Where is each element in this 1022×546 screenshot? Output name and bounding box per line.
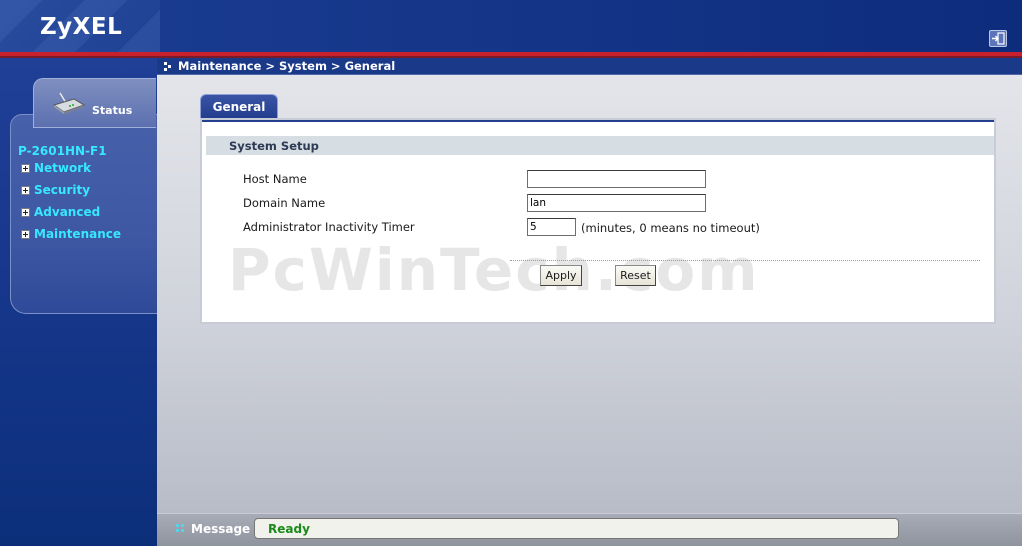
divider (510, 260, 980, 261)
sidebar-item-security[interactable]: Security (21, 182, 90, 198)
sidebar-item-maintenance[interactable]: Maintenance (21, 226, 121, 242)
message-status: Ready (268, 521, 310, 536)
sidebar-item-network[interactable]: Network (21, 160, 91, 176)
expand-icon (21, 163, 30, 173)
domain-name-input[interactable] (527, 194, 706, 212)
router-icon (52, 92, 86, 114)
header: ZyXEL (0, 0, 1022, 52)
domain-name-label: Domain Name (243, 196, 326, 210)
apply-button[interactable]: Apply (540, 265, 582, 286)
logout-button[interactable] (989, 30, 1007, 47)
reset-button[interactable]: Reset (615, 265, 656, 286)
expand-icon (21, 185, 30, 195)
breadcrumb-text: Maintenance > System > General (178, 59, 396, 73)
tab-general[interactable]: General (200, 94, 278, 119)
arrow-icon (164, 61, 171, 71)
inactivity-timer-hint: (minutes, 0 means no timeout) (581, 221, 760, 235)
message-label: Message (191, 522, 251, 536)
host-name-label: Host Name (243, 172, 307, 186)
inactivity-timer-label: Administrator Inactivity Timer (243, 220, 415, 234)
panel-topbar (202, 120, 994, 122)
expand-icon (21, 207, 30, 217)
sidebar-item-label: Maintenance (34, 227, 122, 241)
section-title: System Setup (229, 138, 319, 153)
sidebar-item-label: Advanced (34, 205, 101, 219)
brand-logo: ZyXEL (40, 14, 123, 40)
breadcrumb: Maintenance > System > General (157, 58, 1022, 75)
sidebar-item-label: Network (34, 161, 92, 175)
expand-icon (21, 229, 30, 239)
host-name-input[interactable] (527, 170, 706, 188)
message-box: Ready (254, 518, 899, 539)
status-tab[interactable]: Status (33, 78, 156, 128)
logout-icon (992, 32, 1005, 45)
inactivity-timer-input[interactable] (527, 218, 576, 236)
device-name[interactable]: P-2601HN-F1 (18, 144, 107, 158)
section-header: System Setup (206, 136, 994, 155)
message-dots-icon (176, 524, 184, 532)
sidebar-item-advanced[interactable]: Advanced (21, 204, 100, 220)
status-tab-label: Status (92, 103, 133, 117)
sidebar-item-label: Security (34, 183, 91, 197)
